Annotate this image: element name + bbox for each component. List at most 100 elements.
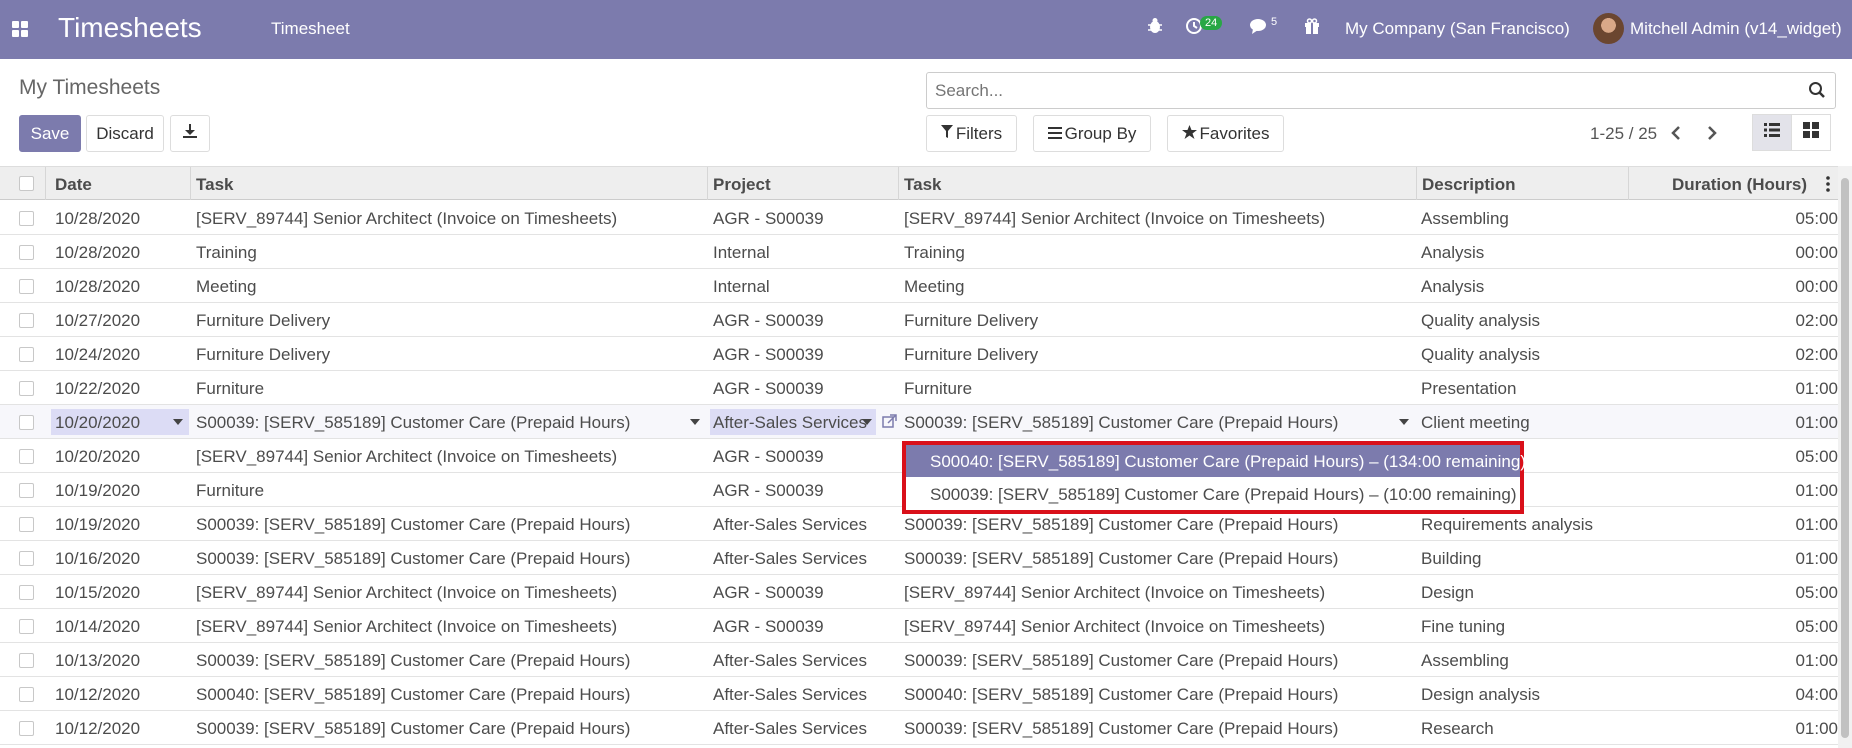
- user-menu[interactable]: Mitchell Admin (v14_widget): [1630, 19, 1842, 39]
- table-row[interactable]: 10/28/2020 [SERV_89744] Senior Architect…: [0, 201, 1838, 235]
- project-input[interactable]: After-Sales Services: [710, 409, 876, 435]
- task-dropdown-caret-icon[interactable]: [690, 419, 700, 425]
- cell-duration: 05:00: [1795, 447, 1838, 466]
- cell-task-2: [SERV_89744] Senior Architect (Invoice o…: [904, 583, 1326, 602]
- task-2-input-value[interactable]: S00039: [SERV_585189] Customer Care (Pre…: [904, 413, 1338, 433]
- autocomplete-option[interactable]: S00040: [SERV_585189] Customer Care (Pre…: [906, 445, 1526, 477]
- cell-project: AGR - S00039: [713, 311, 824, 330]
- row-checkbox[interactable]: [19, 483, 34, 498]
- row-checkbox[interactable]: [19, 449, 34, 464]
- column-header-project[interactable]: Project: [713, 175, 771, 195]
- cell-task: Furniture: [196, 481, 265, 500]
- cell-date: 10/12/2020: [55, 719, 141, 738]
- vertical-scrollbar[interactable]: [1838, 166, 1852, 748]
- group-by-button[interactable]: Group By: [1033, 115, 1151, 152]
- table-row[interactable]: 10/28/2020 Training Internal Training An…: [0, 235, 1838, 269]
- table-row-editing[interactable]: 10/20/2020 S00039: [SERV_585189] Custome…: [0, 405, 1838, 439]
- task-2-dropdown-caret-icon[interactable]: [1399, 419, 1409, 425]
- row-checkbox[interactable]: [19, 415, 34, 430]
- date-dropdown-caret-icon[interactable]: [173, 419, 183, 425]
- row-checkbox[interactable]: [19, 687, 34, 702]
- company-switcher[interactable]: My Company (San Francisco): [1345, 19, 1570, 39]
- app-title[interactable]: Timesheets: [58, 12, 202, 44]
- cell-date: 10/15/2020: [55, 583, 141, 602]
- cell-task: [SERV_89744] Senior Architect (Invoice o…: [196, 447, 618, 466]
- table-row[interactable]: 10/15/2020 [SERV_89744] Senior Architect…: [0, 575, 1838, 609]
- row-checkbox[interactable]: [19, 551, 34, 566]
- column-header-task[interactable]: Task: [196, 175, 234, 195]
- duration-input-value[interactable]: 01:00: [1718, 413, 1838, 433]
- save-button[interactable]: Save: [19, 115, 81, 152]
- cell-task: S00039: [SERV_585189] Customer Care (Pre…: [196, 651, 631, 670]
- menu-item-timesheet[interactable]: Timesheet: [271, 19, 350, 39]
- gift-icon[interactable]: [1303, 17, 1321, 40]
- row-checkbox[interactable]: [19, 517, 34, 532]
- column-header-date[interactable]: Date: [55, 175, 92, 195]
- table-row[interactable]: 10/14/2020 [SERV_89744] Senior Architect…: [0, 609, 1838, 643]
- row-checkbox[interactable]: [19, 653, 34, 668]
- cell-description: Requirements analysis: [1421, 515, 1593, 534]
- table-row[interactable]: 10/13/2020 S00039: [SERV_585189] Custome…: [0, 643, 1838, 677]
- scrollbar-thumb[interactable]: [1841, 178, 1849, 738]
- favorites-button[interactable]: Favorites: [1167, 115, 1284, 152]
- user-avatar[interactable]: [1593, 13, 1624, 44]
- cell-task: Training: [196, 243, 257, 262]
- table-row[interactable]: 10/22/2020 Furniture AGR - S00039 Furnit…: [0, 371, 1838, 405]
- cell-task-2: [SERV_89744] Senior Architect (Invoice o…: [904, 209, 1326, 228]
- description-input-value[interactable]: Client meeting: [1421, 413, 1530, 433]
- grid-view-button[interactable]: [1791, 114, 1831, 151]
- table-row[interactable]: 10/27/2020 Furniture Delivery AGR - S000…: [0, 303, 1838, 337]
- cell-task-2: S00039: [SERV_585189] Customer Care (Pre…: [904, 651, 1339, 670]
- row-checkbox[interactable]: [19, 279, 34, 294]
- cell-project: AGR - S00039: [713, 209, 824, 228]
- filters-button[interactable]: Filters: [926, 115, 1017, 152]
- project-dropdown-caret-icon[interactable]: [862, 419, 872, 425]
- row-checkbox[interactable]: [19, 721, 34, 736]
- export-button[interactable]: [170, 115, 210, 152]
- cell-task: S00039: [SERV_585189] Customer Care (Pre…: [196, 719, 631, 738]
- column-header-description[interactable]: Description: [1422, 175, 1516, 195]
- bug-icon[interactable]: [1146, 17, 1164, 40]
- cell-task: [SERV_89744] Senior Architect (Invoice o…: [196, 583, 618, 602]
- discard-button[interactable]: Discard: [86, 115, 164, 152]
- column-header-task-2[interactable]: Task: [904, 175, 942, 195]
- cell-duration: 02:00: [1795, 345, 1838, 364]
- row-checkbox[interactable]: [19, 585, 34, 600]
- external-link-icon[interactable]: [882, 414, 897, 434]
- row-checkbox[interactable]: [19, 313, 34, 328]
- table-row[interactable]: 10/28/2020 Meeting Internal Meeting Anal…: [0, 269, 1838, 303]
- cell-date: 10/22/2020: [55, 379, 141, 398]
- pager-next-icon[interactable]: [1706, 123, 1718, 149]
- cell-task: Furniture: [196, 379, 265, 398]
- cell-task-2: S00040: [SERV_585189] Customer Care (Pre…: [904, 685, 1339, 704]
- pager-previous-icon[interactable]: [1670, 123, 1682, 149]
- table-header: Date Task Project Task Description Durat…: [0, 166, 1838, 200]
- date-input[interactable]: 10/20/2020: [51, 409, 189, 435]
- row-checkbox[interactable]: [19, 347, 34, 362]
- table-row[interactable]: 10/12/2020 S00039: [SERV_585189] Custome…: [0, 711, 1838, 745]
- table-row[interactable]: 10/12/2020 S00040: [SERV_585189] Custome…: [0, 677, 1838, 711]
- optional-columns-icon[interactable]: [1826, 176, 1830, 197]
- list-view-button[interactable]: [1752, 114, 1792, 151]
- column-header-duration[interactable]: Duration (Hours): [1672, 175, 1807, 195]
- top-navbar: Timesheets Timesheet 24 5 My Company (Sa…: [0, 0, 1852, 59]
- search-icon[interactable]: [1808, 81, 1826, 99]
- table-row[interactable]: 10/24/2020 Furniture Delivery AGR - S000…: [0, 337, 1838, 371]
- cell-date: 10/20/2020: [55, 447, 141, 466]
- row-checkbox[interactable]: [19, 381, 34, 396]
- pager-value[interactable]: 1-25 / 25: [1590, 124, 1657, 144]
- search-input[interactable]: [935, 81, 1795, 101]
- search-bar[interactable]: [926, 72, 1836, 109]
- table-row[interactable]: 10/16/2020 S00039: [SERV_585189] Custome…: [0, 541, 1838, 575]
- filter-icon: [940, 124, 953, 144]
- star-icon: [1181, 124, 1197, 144]
- autocomplete-option[interactable]: S00039: [SERV_585189] Customer Care (Pre…: [906, 478, 1520, 510]
- row-checkbox[interactable]: [19, 245, 34, 260]
- task-input-value[interactable]: S00039: [SERV_585189] Customer Care (Pre…: [196, 413, 630, 433]
- select-all-checkbox[interactable]: [19, 176, 34, 191]
- row-checkbox[interactable]: [19, 211, 34, 226]
- row-checkbox[interactable]: [19, 619, 34, 634]
- apps-menu-icon[interactable]: [12, 21, 28, 37]
- messages-icon[interactable]: [1249, 17, 1269, 40]
- cell-description: Assembling: [1421, 209, 1509, 228]
